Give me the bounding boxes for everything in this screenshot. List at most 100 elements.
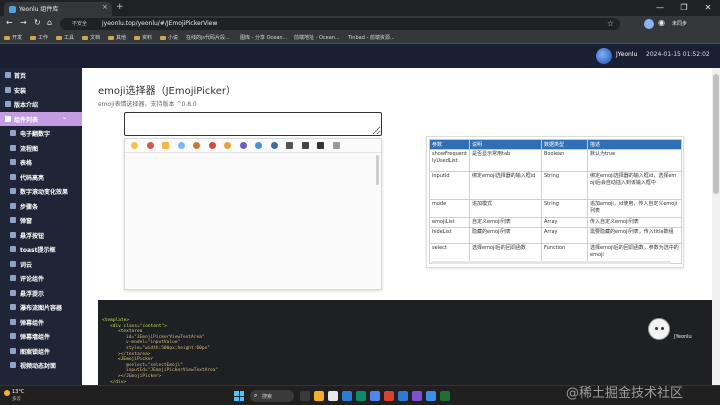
emoji-category-tab[interactable] (301, 142, 309, 149)
profile-label[interactable]: 未同步 (672, 20, 687, 27)
sidebar-item[interactable]: 图案锁组件 (0, 344, 82, 359)
bookmark-item[interactable]: 前端地址 - Ocean... (294, 34, 340, 41)
sidebar-item[interactable]: 词云 (0, 257, 82, 272)
sidebar-item[interactable]: 安装 (0, 83, 82, 98)
bookmark-item[interactable]: 资料 (134, 34, 152, 41)
table-cell: 默认为true (587, 149, 682, 172)
browser-tab[interactable]: Yeonlu 组件库 × (4, 2, 112, 16)
taskbar-app-icon[interactable] (384, 391, 394, 401)
sidebar-item[interactable]: 代码高亮 (0, 170, 82, 185)
emoji-category-tab[interactable] (146, 142, 154, 149)
address-bar[interactable]: 不安全 jyeonlu.top/yeonlu/#/JEmojiPickerVie… (60, 18, 620, 30)
table-horizontal-scrollbar[interactable] (431, 261, 671, 264)
sidebar-item[interactable]: 弹幕组件 (0, 315, 82, 330)
sidebar-item[interactable]: 悬浮按钮 (0, 228, 82, 243)
taskbar-app-icon[interactable] (440, 391, 450, 401)
tab-close-icon[interactable]: × (102, 3, 108, 11)
taskbar-app-icon[interactable] (356, 391, 366, 401)
taskbar-app-icon[interactable] (328, 391, 338, 401)
sidebar-item-icon (10, 304, 16, 310)
weather-description[interactable]: 多云 (12, 396, 21, 402)
sidebar-item[interactable]: 悬浮提示 (0, 286, 82, 301)
sidebar-item[interactable]: 瀑布流图片容器 (0, 300, 82, 315)
bookmark-item[interactable]: 在线的js代码片段... (186, 34, 230, 41)
sidebar-item-icon (5, 72, 11, 78)
windows-start-icon[interactable] (234, 391, 244, 401)
sidebar-item-label: 数字滚动变化效果 (20, 189, 69, 196)
emoji-category-tab[interactable] (224, 142, 231, 149)
sidebar-item[interactable]: 弹幕墙组件 (0, 329, 82, 344)
taskbar-app-icon[interactable] (426, 391, 436, 401)
sidebar-item[interactable]: 弹窗 (0, 213, 82, 228)
page-title: emoji选择器（JEmojiPicker） (98, 86, 237, 97)
props-table-card: 参数 说明 数据类型 描述 showFrequentlyUsedList 是否显示… (426, 136, 684, 268)
sidebar-item[interactable]: 首页 (0, 68, 82, 83)
sidebar-item-label: 版本介绍 (14, 102, 39, 109)
profile-icon[interactable]: ◉ (658, 18, 665, 27)
emoji-category-tab[interactable] (208, 142, 216, 149)
bookmark-item[interactable]: 其他 (108, 34, 126, 41)
close-window-button[interactable]: ✕ (696, 0, 720, 16)
page-scrollbar-track[interactable] (712, 68, 720, 385)
back-icon[interactable]: ← (6, 18, 13, 27)
security-label[interactable]: 不安全 (72, 20, 87, 27)
sidebar-item[interactable]: 组件列表 ⌄ (0, 111, 82, 126)
emoji-category-tab[interactable] (270, 142, 278, 149)
mascot-eye (655, 327, 658, 330)
taskbar-app-icon[interactable] (412, 391, 422, 401)
emoji-category-tab[interactable] (317, 142, 324, 149)
bookmark-item[interactable]: 工作 (30, 34, 48, 41)
sidebar-item[interactable]: 版本介绍 (0, 97, 82, 112)
emoji-category-tab[interactable] (239, 142, 247, 149)
sidebar-item[interactable]: toast提示框 (0, 242, 82, 257)
taskbar-app-icon[interactable] (342, 391, 352, 401)
picker-scrollbar[interactable] (376, 155, 379, 185)
new-tab-button[interactable]: + (116, 2, 124, 12)
taskbar-search[interactable]: ⌕ 搜索 (250, 390, 294, 402)
sidebar-item-label: 流程图 (20, 145, 39, 153)
weather-icon[interactable] (4, 390, 10, 396)
emoji-category-tab[interactable] (162, 142, 169, 149)
bookmark-item[interactable]: 开发 (4, 34, 22, 41)
taskbar-app-icon[interactable] (314, 391, 324, 401)
emoji-category-tab[interactable] (255, 142, 262, 149)
sidebar-item[interactable]: 评论组件 (0, 271, 82, 286)
emoji-category-tab[interactable] (286, 142, 293, 149)
emoji-category-tab[interactable] (131, 142, 138, 149)
taskbar-app-icon[interactable] (398, 391, 408, 401)
mascot-label: JYeonlu (674, 334, 692, 340)
sidebar-item[interactable]: 数字滚动变化效果 (0, 184, 82, 199)
emoji-textarea[interactable] (124, 112, 382, 136)
bookmark-star-icon[interactable]: ☆ (607, 19, 614, 28)
sidebar-item[interactable]: 流程图 (0, 141, 82, 156)
emoji-category-tab[interactable] (332, 142, 340, 149)
bookmark-item[interactable]: 工具 (56, 34, 74, 41)
taskbar-app-icon[interactable] (370, 391, 380, 401)
sidebar-item[interactable]: 视频动态封面 (0, 358, 82, 373)
user-avatar[interactable] (596, 48, 612, 64)
sidebar-item[interactable]: 电子翻数字 (0, 126, 82, 141)
emoji-category-tab[interactable] (193, 142, 200, 149)
table-cell: inputId (429, 171, 470, 200)
minimize-button[interactable]: — (648, 0, 672, 16)
bookmark-item[interactable]: 文档 (82, 34, 100, 41)
emoji-category-tab[interactable] (177, 142, 185, 149)
bookmark-item[interactable]: Tinbad - 前端资源... (348, 34, 395, 41)
bookmark-item[interactable]: 小说 (160, 34, 178, 41)
sidebar-item[interactable]: 表格 (0, 155, 82, 170)
sidebar-item-label: 表格 (20, 160, 33, 167)
weather-temperature[interactable]: 13°C (12, 389, 24, 395)
page-scrollbar-thumb[interactable] (713, 74, 719, 194)
code-line: inputId="JEmojiPickerViewTextArea" (126, 368, 219, 374)
reload-icon[interactable]: ↻ (34, 18, 41, 27)
folder-icon (56, 35, 62, 40)
folder-icon (30, 35, 36, 40)
home-icon[interactable]: ⌂ (47, 18, 52, 27)
maximize-button[interactable]: ❐ (672, 0, 696, 16)
url-text[interactable]: jyeonlu.top/yeonlu/#/JEmojiPickerView (102, 20, 217, 27)
forward-icon[interactable]: → (20, 18, 27, 27)
taskbar-app-icon[interactable] (300, 391, 310, 401)
sidebar-item[interactable]: 步骤条 (0, 199, 82, 214)
bookmark-item[interactable]: 图库 - 分享 Ocean... (240, 34, 287, 41)
extensions-icon[interactable] (644, 19, 654, 29)
